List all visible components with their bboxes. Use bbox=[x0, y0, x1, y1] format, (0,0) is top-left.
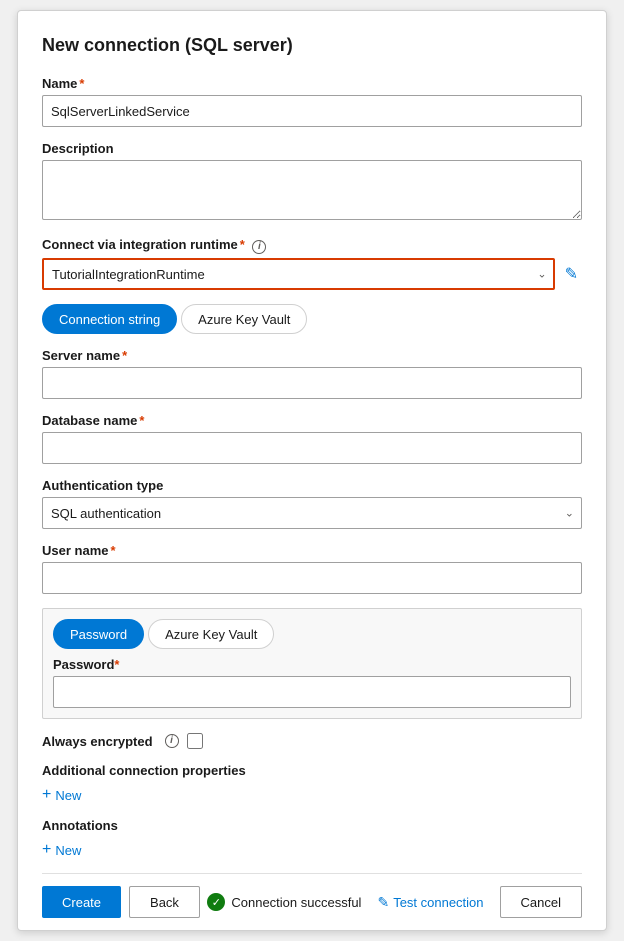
name-input[interactable] bbox=[42, 95, 582, 127]
new-connection-dialog: New connection (SQL server) Name* Descri… bbox=[17, 10, 607, 931]
annotations-group: Annotations + New bbox=[42, 818, 582, 859]
user-name-group: User name* bbox=[42, 543, 582, 594]
description-group: Description bbox=[42, 141, 582, 223]
test-connection-label: Test connection bbox=[393, 895, 483, 910]
auth-select-wrapper: SQL authentication Windows authenticatio… bbox=[42, 497, 582, 529]
auth-type-label: Authentication type bbox=[42, 478, 582, 493]
add-annotation-label: New bbox=[55, 843, 81, 858]
name-label: Name* bbox=[42, 76, 582, 91]
add-annotation-button[interactable]: + New bbox=[42, 841, 81, 859]
auth-type-group: Authentication type SQL authentication W… bbox=[42, 478, 582, 529]
user-name-input[interactable] bbox=[42, 562, 582, 594]
success-icon: ✓ bbox=[207, 893, 225, 911]
password-tab[interactable]: Password bbox=[53, 619, 144, 649]
password-azure-key-vault-tab[interactable]: Azure Key Vault bbox=[148, 619, 274, 649]
description-label: Description bbox=[42, 141, 582, 156]
annotation-plus-icon: + bbox=[42, 841, 51, 859]
always-encrypted-label: Always encrypted bbox=[42, 734, 153, 749]
test-connection-icon: ✎ bbox=[377, 894, 389, 911]
cancel-button[interactable]: Cancel bbox=[500, 886, 582, 918]
password-section: Password Azure Key Vault Password* bbox=[42, 608, 582, 719]
add-connection-property-label: New bbox=[55, 788, 81, 803]
description-input[interactable] bbox=[42, 160, 582, 220]
azure-key-vault-tab[interactable]: Azure Key Vault bbox=[181, 304, 307, 334]
database-name-group: Database name* bbox=[42, 413, 582, 464]
server-name-input[interactable] bbox=[42, 367, 582, 399]
add-connection-property-button[interactable]: + New bbox=[42, 786, 81, 804]
password-input[interactable] bbox=[53, 676, 571, 708]
database-name-input[interactable] bbox=[42, 432, 582, 464]
connection-success-message: ✓ Connection successful bbox=[207, 893, 361, 911]
password-tab-group: Password Azure Key Vault bbox=[53, 619, 571, 649]
auth-type-select[interactable]: SQL authentication Windows authenticatio… bbox=[42, 497, 582, 529]
annotations-title: Annotations bbox=[42, 818, 582, 833]
dialog-title: New connection (SQL server) bbox=[42, 35, 582, 56]
footer-right: ✓ Connection successful ✎ Test connectio… bbox=[207, 886, 582, 918]
additional-props-group: Additional connection properties + New bbox=[42, 763, 582, 804]
connection-tab-group: Connection string Azure Key Vault bbox=[42, 304, 582, 334]
database-name-label: Database name* bbox=[42, 413, 582, 428]
runtime-group: Connect via integration runtime* i Tutor… bbox=[42, 237, 582, 290]
runtime-select[interactable]: TutorialIntegrationRuntime bbox=[42, 258, 555, 290]
connection-string-tab[interactable]: Connection string bbox=[42, 304, 177, 334]
test-connection-button[interactable]: ✎ Test connection bbox=[377, 894, 483, 911]
runtime-row: TutorialIntegrationRuntime ⌄ ✎ bbox=[42, 258, 582, 290]
user-name-label: User name* bbox=[42, 543, 582, 558]
always-encrypted-info-icon[interactable]: i bbox=[165, 734, 179, 748]
create-button[interactable]: Create bbox=[42, 886, 121, 918]
password-label: Password* bbox=[53, 657, 571, 672]
dialog-footer: Create Back ✓ Connection successful ✎ Te… bbox=[42, 873, 582, 930]
runtime-info-icon[interactable]: i bbox=[252, 240, 266, 254]
runtime-select-wrapper: TutorialIntegrationRuntime ⌄ bbox=[42, 258, 555, 290]
footer-left: Create Back bbox=[42, 886, 200, 918]
name-group: Name* bbox=[42, 76, 582, 127]
connection-success-text: Connection successful bbox=[231, 895, 361, 910]
always-encrypted-row: Always encrypted i bbox=[42, 733, 582, 749]
back-button[interactable]: Back bbox=[129, 886, 200, 918]
runtime-edit-button[interactable]: ✎ bbox=[561, 262, 582, 286]
server-name-label: Server name* bbox=[42, 348, 582, 363]
always-encrypted-checkbox[interactable] bbox=[187, 733, 203, 749]
plus-icon: + bbox=[42, 786, 51, 804]
server-name-group: Server name* bbox=[42, 348, 582, 399]
runtime-label: Connect via integration runtime* i bbox=[42, 237, 582, 254]
additional-props-title: Additional connection properties bbox=[42, 763, 582, 778]
